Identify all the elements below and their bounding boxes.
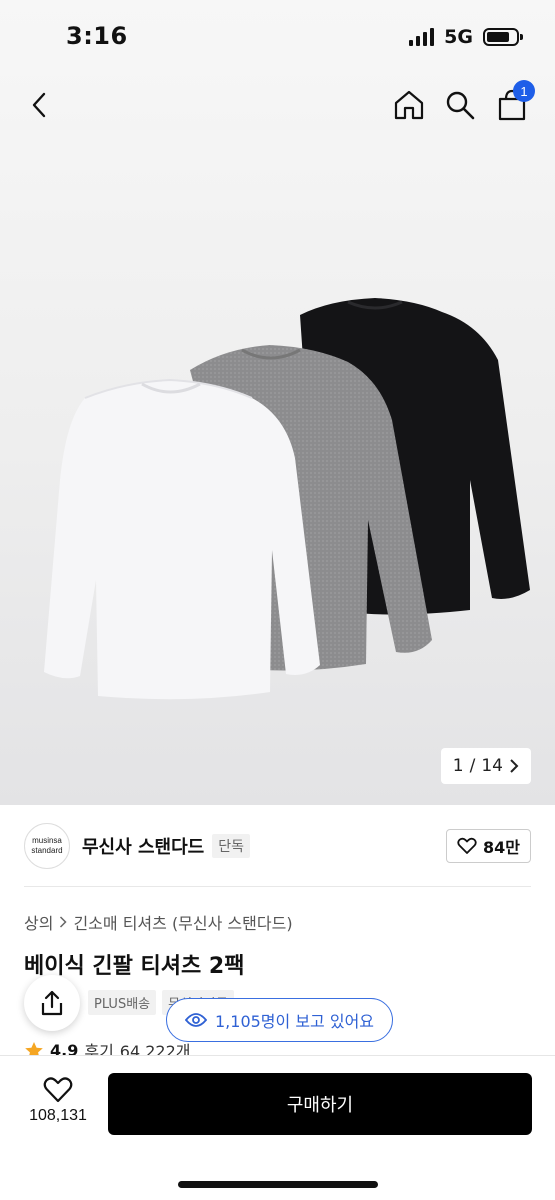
search-icon: [446, 91, 475, 120]
image-pager[interactable]: 1 / 14: [440, 748, 531, 784]
product-image: [44, 298, 530, 700]
brand-logo-line2: standard: [31, 846, 63, 855]
heart-icon: [457, 837, 477, 854]
brand-like-button[interactable]: 84만: [446, 829, 531, 863]
back-icon: [32, 92, 46, 118]
exclusive-badge: 단독: [212, 834, 250, 858]
pager-current: 1: [452, 756, 464, 776]
battery-icon: [483, 28, 523, 46]
brand-name[interactable]: 무신사 스탠다드: [82, 833, 204, 859]
back-button[interactable]: [18, 84, 60, 126]
brand-row: musinsa standard 무신사 스탠다드 단독 84만: [24, 820, 531, 872]
pager-total: 14: [481, 756, 503, 776]
status-indicators: 5G: [409, 26, 523, 48]
search-button[interactable]: [439, 84, 481, 126]
heart-icon: [43, 1077, 73, 1103]
wishlist-button[interactable]: 108,131: [20, 1076, 96, 1125]
brand-logo[interactable]: musinsa standard: [24, 823, 70, 869]
divider: [24, 886, 531, 887]
breadcrumb: 상의 긴소매 티셔츠 (무신사 스탠다드): [24, 910, 293, 934]
status-time: 3:16: [66, 22, 128, 50]
cart-button[interactable]: 1: [491, 80, 535, 126]
signal-icon: [409, 28, 435, 46]
bottom-action-bar: 108,131 구매하기: [0, 1055, 555, 1200]
share-icon: [41, 990, 63, 1016]
share-button[interactable]: [24, 975, 80, 1031]
viewers-toast: 1,105명이 보고 있어요: [166, 998, 394, 1042]
home-button[interactable]: [388, 84, 430, 126]
brand-logo-line1: musinsa: [32, 836, 62, 845]
chevron-right-icon: [510, 759, 519, 773]
viewers-text: 1,105명이 보고 있어요: [215, 1012, 375, 1031]
network-type: 5G: [444, 26, 473, 48]
buy-button[interactable]: 구매하기: [108, 1073, 532, 1135]
breadcrumb-subcategory[interactable]: 긴소매 티셔츠 (무신사 스탠다드): [73, 910, 292, 934]
home-indicator: [178, 1181, 378, 1188]
cart-count-badge: 1: [513, 80, 535, 102]
eye-icon: [185, 1013, 207, 1027]
home-icon: [394, 90, 424, 120]
wishlist-count: 108,131: [29, 1107, 87, 1124]
brand-like-count: 84만: [483, 838, 520, 857]
tag-plus-delivery: PLUS배송: [88, 990, 157, 1015]
status-bar: 3:16 5G: [0, 0, 555, 76]
breadcrumb-category[interactable]: 상의: [24, 910, 53, 934]
top-navigation: 1: [0, 80, 555, 130]
chevron-right-icon: [60, 916, 68, 928]
pager-separator: /: [469, 756, 476, 776]
